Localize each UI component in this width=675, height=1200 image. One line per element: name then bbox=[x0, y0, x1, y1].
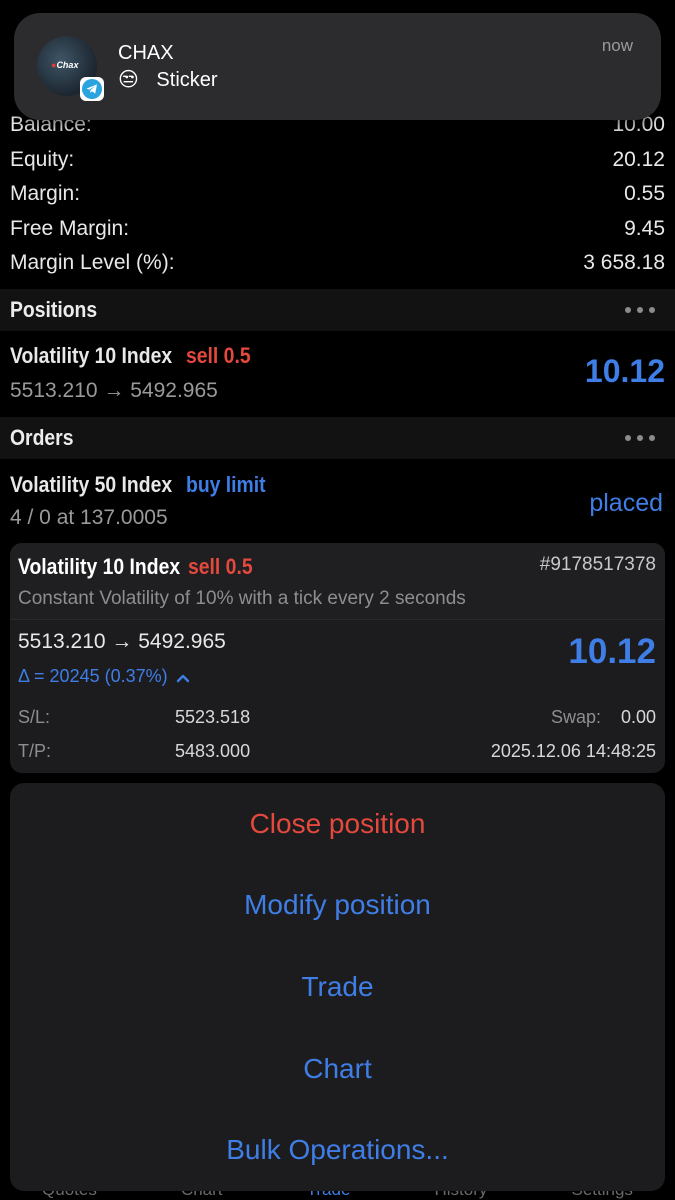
free-margin-label: Free Margin: bbox=[10, 216, 130, 240]
card-symbol: Volatility 10 Index bbox=[18, 554, 181, 579]
equity-value: 20.12 bbox=[612, 147, 665, 171]
position-side: sell 0.5 bbox=[186, 343, 251, 368]
trade-button[interactable]: Trade bbox=[10, 946, 665, 1028]
positions-header: Positions bbox=[0, 289, 675, 331]
positions-title: Positions bbox=[10, 297, 98, 322]
notification-time: now bbox=[601, 36, 633, 55]
position-prices: 5513.210 → 5492.965 bbox=[10, 379, 218, 402]
orders-header: Orders bbox=[0, 417, 675, 459]
margin-level-value: 3 658.18 bbox=[583, 251, 665, 275]
order-side: buy limit bbox=[186, 472, 266, 497]
chevron-up-icon bbox=[176, 667, 190, 688]
tp-value: 5483.000 bbox=[175, 741, 251, 761]
position-row[interactable]: Volatility 10 Index sell 0.5 5513.210 → … bbox=[0, 343, 675, 417]
positions-more-icon[interactable] bbox=[625, 307, 665, 313]
notification-message: Sticker bbox=[156, 69, 218, 91]
order-status: placed bbox=[589, 489, 663, 517]
notification-message-line: 😒 Sticker bbox=[118, 67, 218, 92]
margin-label: Margin: bbox=[10, 182, 81, 206]
card-prices: 5513.210 → 5492.965 bbox=[18, 630, 226, 653]
card-profit: 10.12 bbox=[568, 632, 656, 671]
swap-label: Swap: bbox=[550, 707, 601, 727]
notification-banner[interactable]: ●Chax CHAX 😒 Sticker now bbox=[14, 13, 661, 120]
account-summary: Balance: 10.00 Equity: 20.12 Margin: 0.5… bbox=[0, 108, 675, 281]
orders-title: Orders bbox=[10, 425, 74, 450]
avatar-logo: ●Chax bbox=[51, 60, 79, 70]
telegram-icon bbox=[80, 77, 104, 101]
action-sheet: Close position Modify position Trade Cha… bbox=[10, 783, 665, 1191]
card-side: sell 0.5 bbox=[188, 554, 253, 579]
card-header: Volatility 10 Index sell 0.5 #9178517378 … bbox=[10, 543, 665, 620]
margin-level-label: Margin Level (%): bbox=[10, 251, 175, 275]
free-margin-row: Free Margin: 9.45 bbox=[0, 212, 675, 247]
margin-row: Margin: 0.55 bbox=[0, 177, 675, 212]
margin-level-row: Margin Level (%): 3 658.18 bbox=[0, 246, 675, 281]
chart-button[interactable]: Chart bbox=[10, 1028, 665, 1110]
delta-line[interactable]: Δ = 20245 (0.37%) bbox=[18, 666, 190, 688]
delta-value: Δ = 20245 (0.37%) bbox=[18, 666, 168, 686]
ticket-number: #9178517378 bbox=[539, 554, 656, 575]
position-profit: 10.12 bbox=[584, 353, 665, 389]
free-margin-value: 9.45 bbox=[624, 216, 665, 240]
unamused-emoji-icon: 😒 bbox=[118, 69, 139, 91]
order-row[interactable]: Volatility 50 Index buy limit 4 / 0 at 1… bbox=[0, 472, 675, 538]
swap-value: 0.00 bbox=[620, 707, 656, 727]
close-position-button[interactable]: Close position bbox=[10, 783, 665, 865]
bulk-operations-button[interactable]: Bulk Operations... bbox=[10, 1109, 665, 1191]
position-symbol: Volatility 10 Index bbox=[10, 343, 178, 368]
modify-position-button[interactable]: Modify position bbox=[10, 865, 665, 947]
tp-label: T/P: bbox=[18, 741, 52, 761]
sl-label: S/L: bbox=[18, 707, 51, 727]
symbol-description: Constant Volatility of 10% with a tick e… bbox=[18, 588, 466, 609]
equity-row: Equity: 20.12 bbox=[0, 143, 675, 178]
orders-more-icon[interactable] bbox=[625, 435, 665, 441]
margin-value: 0.55 bbox=[624, 182, 665, 206]
position-detail-card: Volatility 10 Index sell 0.5 #9178517378 … bbox=[10, 543, 665, 773]
sl-value: 5523.518 bbox=[175, 707, 251, 727]
notification-app-name: CHAX bbox=[118, 42, 174, 64]
equity-label: Equity: bbox=[10, 147, 75, 171]
order-detail: 4 / 0 at 137.0005 bbox=[10, 506, 168, 529]
order-symbol: Volatility 50 Index bbox=[10, 472, 178, 497]
open-time: 2025.12.06 14:48:25 bbox=[490, 741, 656, 761]
